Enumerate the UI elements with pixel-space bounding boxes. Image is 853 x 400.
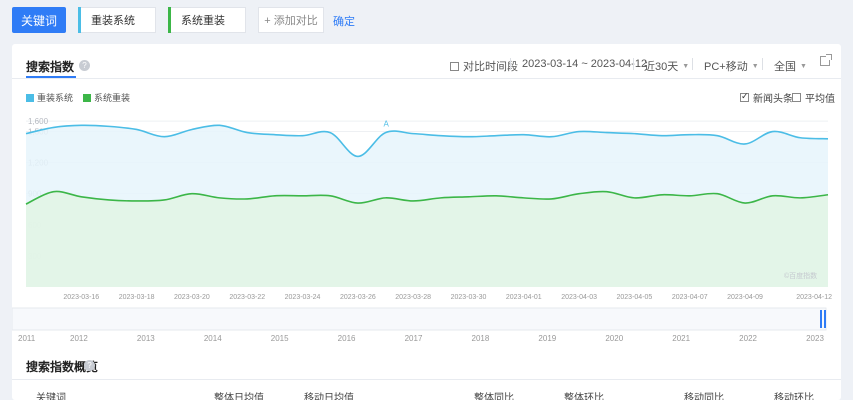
- keyword-label: 系统重装: [181, 15, 225, 27]
- news-annotation-marker[interactable]: A: [384, 120, 390, 129]
- x-tick-label: 2023-04-03: [561, 294, 597, 301]
- keyword-input-2[interactable]: 系统重装: [168, 7, 246, 33]
- keyword-tab-button[interactable]: 关键词: [12, 7, 66, 33]
- add-compare-button[interactable]: + 添加对比: [258, 7, 324, 33]
- summary-column-header: 移动环比: [774, 393, 814, 400]
- x-tick-label: 2023-03-18: [119, 294, 155, 301]
- year-tick-label: 2022: [739, 334, 757, 343]
- series-area-2: [26, 191, 828, 287]
- x-tick-label: 2023-04-12: [796, 294, 832, 301]
- year-tick-label: 2017: [405, 334, 423, 343]
- x-tick-label: 2023-04-07: [672, 294, 708, 301]
- summary-column-header: 整体环比: [564, 393, 604, 400]
- year-tick-label: 2019: [538, 334, 556, 343]
- y-tick-label: 1,600: [28, 117, 49, 126]
- x-tick-label: 2023-03-24: [285, 294, 321, 301]
- year-tick-label: 2018: [472, 334, 490, 343]
- keyword-color-bar: [78, 7, 81, 33]
- x-tick-label: 2023-03-26: [340, 294, 376, 301]
- x-tick-label: 2023-04-05: [617, 294, 653, 301]
- confirm-link[interactable]: 确定: [333, 13, 355, 29]
- range-slider-track[interactable]: [12, 307, 827, 331]
- x-tick-label: 2023-03-30: [451, 294, 487, 301]
- summary-column-header: 移动日均值: [304, 393, 354, 400]
- keyword-color-bar: [168, 7, 171, 33]
- year-tick-label: 2016: [338, 334, 356, 343]
- keyword-label: 重装系统: [91, 15, 135, 27]
- search-index-chart: 3006009001,2001,5001,600A©百度指数2023-03-16…: [12, 117, 832, 343]
- year-tick-label: 2014: [204, 334, 222, 343]
- help-icon[interactable]: ?: [84, 360, 95, 371]
- summary-column-header: 关键词: [36, 393, 66, 400]
- x-tick-label: 2023-03-20: [174, 294, 210, 301]
- x-tick-label: 2023-03-16: [63, 294, 99, 301]
- year-tick-label: 2023: [806, 334, 824, 343]
- summary-column-header: 整体日均值: [214, 393, 264, 400]
- year-tick-label: 2020: [605, 334, 623, 343]
- summary-divider: [12, 379, 841, 380]
- x-tick-label: 2023-04-09: [727, 294, 763, 301]
- year-tick-label: 2021: [672, 334, 690, 343]
- x-tick-label: 2023-03-22: [229, 294, 265, 301]
- x-tick-label: 2023-04-01: [506, 294, 542, 301]
- year-tick-label: 2015: [271, 334, 289, 343]
- year-tick-label: 2012: [70, 334, 88, 343]
- x-tick-label: 2023-03-28: [395, 294, 431, 301]
- summary-column-header: 整体同比: [474, 393, 514, 400]
- search-index-card: 搜索指数 ? 对比时间段 2023-03-14 ~ 2023-04-12 近30…: [12, 44, 841, 400]
- summary-column-header: 移动同比: [684, 393, 724, 400]
- year-tick-label: 2011: [18, 334, 36, 343]
- watermark: ©百度指数: [784, 271, 817, 280]
- range-slider-handle-right[interactable]: [824, 310, 826, 328]
- year-tick-label: 2013: [137, 334, 155, 343]
- range-slider-handle-left[interactable]: [820, 310, 822, 328]
- keyword-input-1[interactable]: 重装系统: [78, 7, 156, 33]
